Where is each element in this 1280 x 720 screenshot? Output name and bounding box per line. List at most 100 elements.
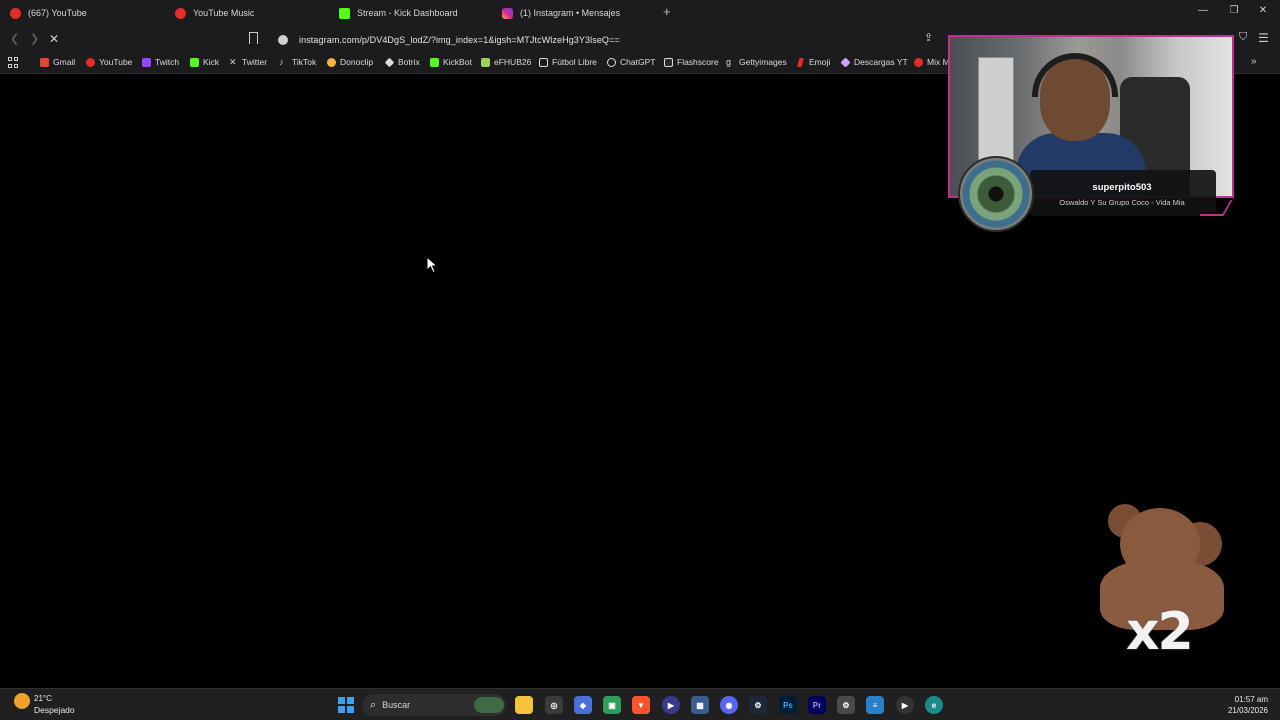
kickbot-icon <box>430 57 439 67</box>
tab-label: (1) Instagram • Mensajes <box>520 8 621 18</box>
edge-icon[interactable]: e <box>925 696 943 714</box>
now-playing-song: Oswaldo Y Su Grupo Coco - Vida Mia <box>1059 198 1185 207</box>
search-highlight-icon <box>474 697 504 713</box>
bookmark-label: Descargas YT <box>854 57 908 67</box>
headset-icon <box>1032 53 1118 97</box>
search-icon: ⌕ <box>370 698 377 711</box>
bookmark-kickbot[interactable]: KickBot <box>430 57 472 67</box>
bookmark-label: Fútbol Libre <box>552 57 597 67</box>
notepad-icon[interactable]: ≡ <box>866 696 884 714</box>
steam-icon[interactable]: ⚙ <box>749 696 767 714</box>
bookmark-flashscore[interactable]: Flashscore <box>664 57 719 67</box>
site-info-icon[interactable] <box>278 34 288 45</box>
photoshop-icon[interactable]: Ps <box>779 696 797 714</box>
tab-youtube-music[interactable]: YouTube Music <box>175 3 254 23</box>
browser-menu-icon[interactable]: ☰ <box>1258 31 1269 45</box>
windows-start-icon[interactable] <box>338 697 354 713</box>
youtube-icon <box>10 7 21 19</box>
restore-button[interactable]: ❐ <box>1227 5 1241 16</box>
apps-grid-icon[interactable] <box>8 57 19 68</box>
calculator-icon[interactable]: ▦ <box>691 696 709 714</box>
brave-icon[interactable]: ▼ <box>632 696 650 714</box>
obsidian-icon[interactable]: ◆ <box>574 696 592 714</box>
chrome-icon[interactable]: ◎ <box>545 696 563 714</box>
bookmark-twitch[interactable]: Twitch <box>142 57 179 67</box>
share-icon[interactable]: ⇪ <box>924 31 933 44</box>
bookmark-mix[interactable]: Mix M <box>914 57 950 67</box>
app-green-icon[interactable]: ▣ <box>603 696 621 714</box>
bookmark-youtube[interactable]: YouTube <box>86 57 132 67</box>
premiere-icon[interactable]: Pr <box>808 696 826 714</box>
twitch-icon <box>142 57 151 67</box>
tab-kick-dashboard[interactable]: Stream - Kick Dashboard <box>339 3 458 23</box>
instagram-icon <box>502 7 513 19</box>
chatgpt-icon <box>607 57 616 67</box>
clock-time: 01:57 am <box>1234 695 1268 704</box>
bookmark-label: Donoclip <box>340 57 374 67</box>
new-tab-button[interactable]: + <box>663 5 671 19</box>
brave-shield-icon[interactable]: ⛉ <box>1239 31 1247 44</box>
multiplier-label: x2 <box>1126 602 1194 662</box>
tiktok-icon: ♪ <box>279 56 284 67</box>
flashscore-icon <box>664 57 673 67</box>
file-explorer-icon[interactable] <box>515 696 533 714</box>
bookmark-label: Gettyimages <box>739 57 787 67</box>
stop-loading-button[interactable]: ✕ <box>49 32 59 46</box>
tab-label: Stream - Kick Dashboard <box>357 8 458 18</box>
minimize-button[interactable]: — <box>1196 5 1210 16</box>
settings-icon[interactable]: ⚙ <box>837 696 855 714</box>
bookmark-efhub[interactable]: eFHUB26 <box>481 57 531 67</box>
bookmark-label: YouTube <box>99 57 133 67</box>
kick-icon <box>339 7 350 19</box>
tab-label: (667) YouTube <box>28 8 87 18</box>
bookmark-label: ChatGPT <box>620 57 656 67</box>
efhub-icon <box>481 57 490 67</box>
bookmark-label: Twitch <box>155 57 180 67</box>
now-playing-widget: superpito503 Oswaldo Y Su Grupo Coco - V… <box>1030 170 1216 216</box>
windows-taskbar: 21°C Despejado ⌕ Buscar ◎ ◆ ▣ ▼ ▶ ▦ ◉ ⚙ … <box>0 688 1280 720</box>
search-placeholder: Buscar <box>382 700 411 710</box>
monkey-sticker: x2 <box>1098 500 1228 670</box>
kick-icon <box>190 57 199 67</box>
close-button[interactable]: ✕ <box>1256 5 1270 16</box>
play-icon[interactable]: ▶ <box>896 696 914 714</box>
forward-button[interactable]: ❯ <box>30 32 39 45</box>
bookmark-gettyimages[interactable]: g Gettyimages <box>726 57 787 67</box>
bookmark-icon[interactable] <box>249 32 258 44</box>
bookmark-label: Emoji <box>809 57 831 67</box>
bookmark-tiktok[interactable]: ♪ TikTok <box>279 57 316 67</box>
donoclip-icon <box>327 57 336 67</box>
bookmark-twitter[interactable]: ✕ Twitter <box>229 57 267 67</box>
youtube-music-icon <box>175 7 186 19</box>
bookmark-label: Botrix <box>398 57 420 67</box>
address-bar[interactable]: instagram.com/p/DV4DgS_lodZ/?img_index=1… <box>272 30 950 49</box>
weather-sun-icon[interactable] <box>14 693 30 709</box>
back-button[interactable]: ❮ <box>10 32 19 45</box>
bookmark-futbol-libre[interactable]: Fútbol Libre <box>539 57 597 67</box>
bookmark-kick[interactable]: Kick <box>190 57 219 67</box>
discord-icon[interactable]: ◉ <box>720 696 738 714</box>
bookmark-label: Flashscore <box>677 57 719 67</box>
bookmark-descargas-yt[interactable]: Descargas YT <box>840 56 908 68</box>
weather-temperature[interactable]: 21°C <box>34 694 52 703</box>
bookmark-gmail[interactable]: Gmail <box>40 57 75 67</box>
bookmark-emoji[interactable]: Emoji <box>796 57 830 67</box>
botrix-icon <box>384 57 395 67</box>
tab-instagram[interactable]: (1) Instagram • Mensajes <box>502 3 620 23</box>
descargas-icon <box>840 56 851 68</box>
bookmark-label: Twitter <box>242 57 268 67</box>
bookmark-chatgpt[interactable]: ChatGPT <box>607 57 655 67</box>
url-text: instagram.com/p/DV4DgS_lodZ/?img_index=1… <box>299 34 620 45</box>
tab-youtube[interactable]: (667) YouTube <box>10 3 87 23</box>
bookmarks-overflow-icon[interactable]: » <box>1251 56 1257 67</box>
system-clock[interactable]: 01:57 am 21/03/2026 <box>1216 694 1268 716</box>
bookmark-donoclip[interactable]: Donoclip <box>327 57 373 67</box>
taskbar-search[interactable]: ⌕ Buscar <box>362 694 506 716</box>
futbol-icon <box>539 57 548 67</box>
clock-date: 21/03/2026 <box>1227 706 1268 715</box>
youtube-icon <box>914 57 923 67</box>
weather-condition[interactable]: Despejado <box>34 705 75 715</box>
media-player-icon[interactable]: ▶ <box>662 696 680 714</box>
x-icon: ✕ <box>229 56 237 67</box>
bookmark-botrix[interactable]: Botrix <box>384 57 420 67</box>
